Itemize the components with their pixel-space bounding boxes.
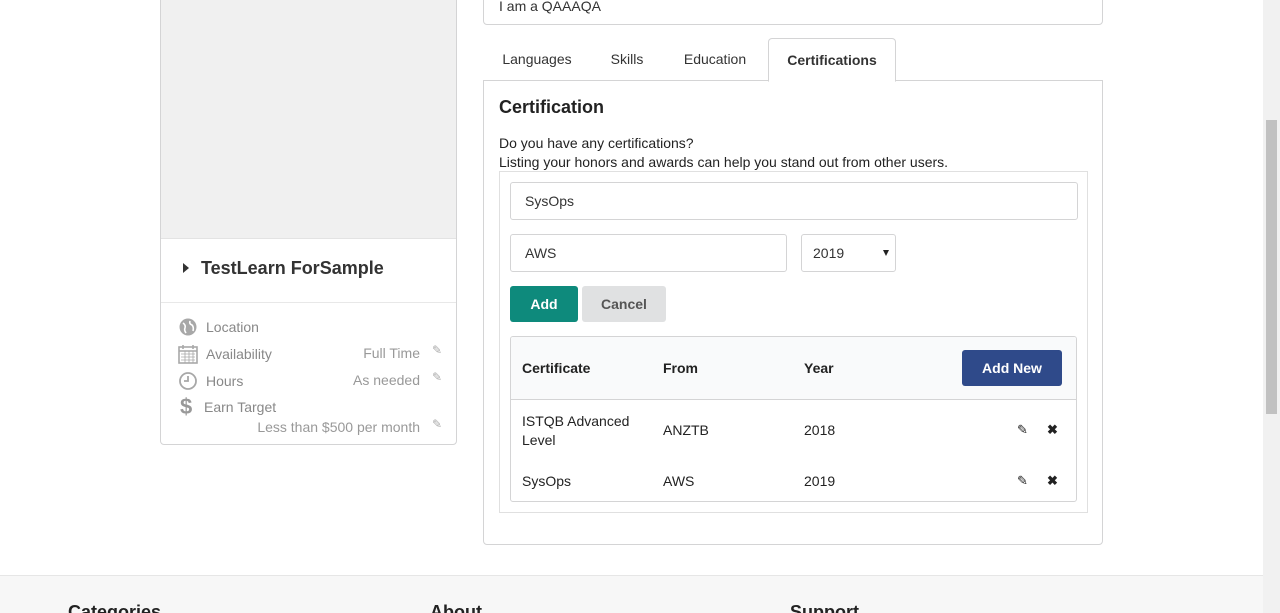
tab-languages[interactable]: Languages — [497, 38, 577, 81]
dollar-icon: $ — [180, 394, 193, 419]
availability-label: Availability — [206, 346, 272, 362]
profile-card: TestLearn ForSample Location Availabilit… — [160, 0, 457, 445]
footer-support: Support — [790, 602, 859, 613]
certification-title: Certification — [499, 97, 605, 117]
certification-form: 2019 Add Cancel Certificate From Year Ad… — [499, 171, 1088, 513]
add-new-button[interactable]: Add New — [962, 350, 1062, 386]
tab-certifications[interactable]: Certifications — [768, 38, 896, 82]
profile-name: TestLearn ForSample — [201, 258, 384, 278]
caret-right-icon[interactable] — [183, 263, 189, 273]
footer-about: About — [430, 602, 482, 613]
certification-question: Do you have any certifications? — [499, 135, 694, 151]
column-certificate: Certificate — [522, 360, 591, 376]
table-header: Certificate From Year Add New — [511, 337, 1076, 400]
tab-skills[interactable]: Skills — [601, 38, 653, 81]
footer-categories: Categories — [68, 602, 162, 613]
edit-availability-icon[interactable]: ✎ — [432, 343, 442, 357]
edit-pencil-icon[interactable]: ✎ — [1017, 473, 1028, 489]
edit-pencil-icon[interactable]: ✎ — [1017, 422, 1028, 438]
profile-name-row[interactable]: TestLearn ForSample — [161, 241, 456, 303]
row-from: AWS — [663, 473, 695, 489]
page-scrollbar[interactable] — [1263, 0, 1280, 613]
row-from: ANZTB — [663, 422, 709, 438]
hours-value: As needed — [353, 372, 420, 388]
certification-hint: Listing your honors and awards can help … — [499, 154, 949, 170]
clock-icon — [178, 371, 198, 391]
column-year: Year — [804, 360, 834, 376]
earn-target-value: Less than $500 per month — [257, 419, 420, 435]
delete-x-icon[interactable]: ✖ — [1047, 422, 1058, 438]
year-select[interactable]: 2019 — [801, 234, 896, 272]
calendar-icon — [178, 344, 198, 364]
about-box: I am a QAAAQA — [483, 0, 1103, 25]
edit-earn-target-icon[interactable]: ✎ — [432, 417, 442, 431]
delete-x-icon[interactable]: ✖ — [1047, 473, 1058, 489]
add-button[interactable]: Add — [510, 286, 578, 322]
certified-from-input[interactable] — [510, 234, 787, 272]
globe-icon — [178, 317, 198, 337]
certificate-name-input[interactable] — [510, 182, 1078, 220]
row-year: 2019 — [804, 473, 836, 489]
about-text: I am a QAAAQA — [499, 0, 601, 14]
earn-target-label: Earn Target — [204, 399, 277, 415]
hours-label: Hours — [206, 373, 244, 389]
year-select-value: 2019 — [813, 245, 845, 261]
row-year: 2018 — [804, 422, 836, 438]
cancel-button[interactable]: Cancel — [582, 286, 666, 322]
column-from: From — [663, 360, 698, 376]
tab-education[interactable]: Education — [679, 38, 751, 81]
certification-panel: Certification Do you have any certificat… — [483, 80, 1103, 545]
footer: Categories About Support — [0, 575, 1263, 613]
edit-hours-icon[interactable]: ✎ — [432, 370, 442, 384]
certifications-table: Certificate From Year Add New ISTQB Adva… — [510, 336, 1077, 502]
dropdown-arrow-icon — [883, 250, 889, 256]
profile-photo[interactable] — [161, 0, 456, 239]
scrollbar-thumb[interactable] — [1266, 120, 1277, 414]
row-certificate: SysOps — [522, 473, 572, 489]
availability-value: Full Time — [363, 345, 420, 361]
row-certificate: ISTQB Advanced Level — [522, 413, 630, 448]
location-label: Location — [206, 319, 259, 335]
